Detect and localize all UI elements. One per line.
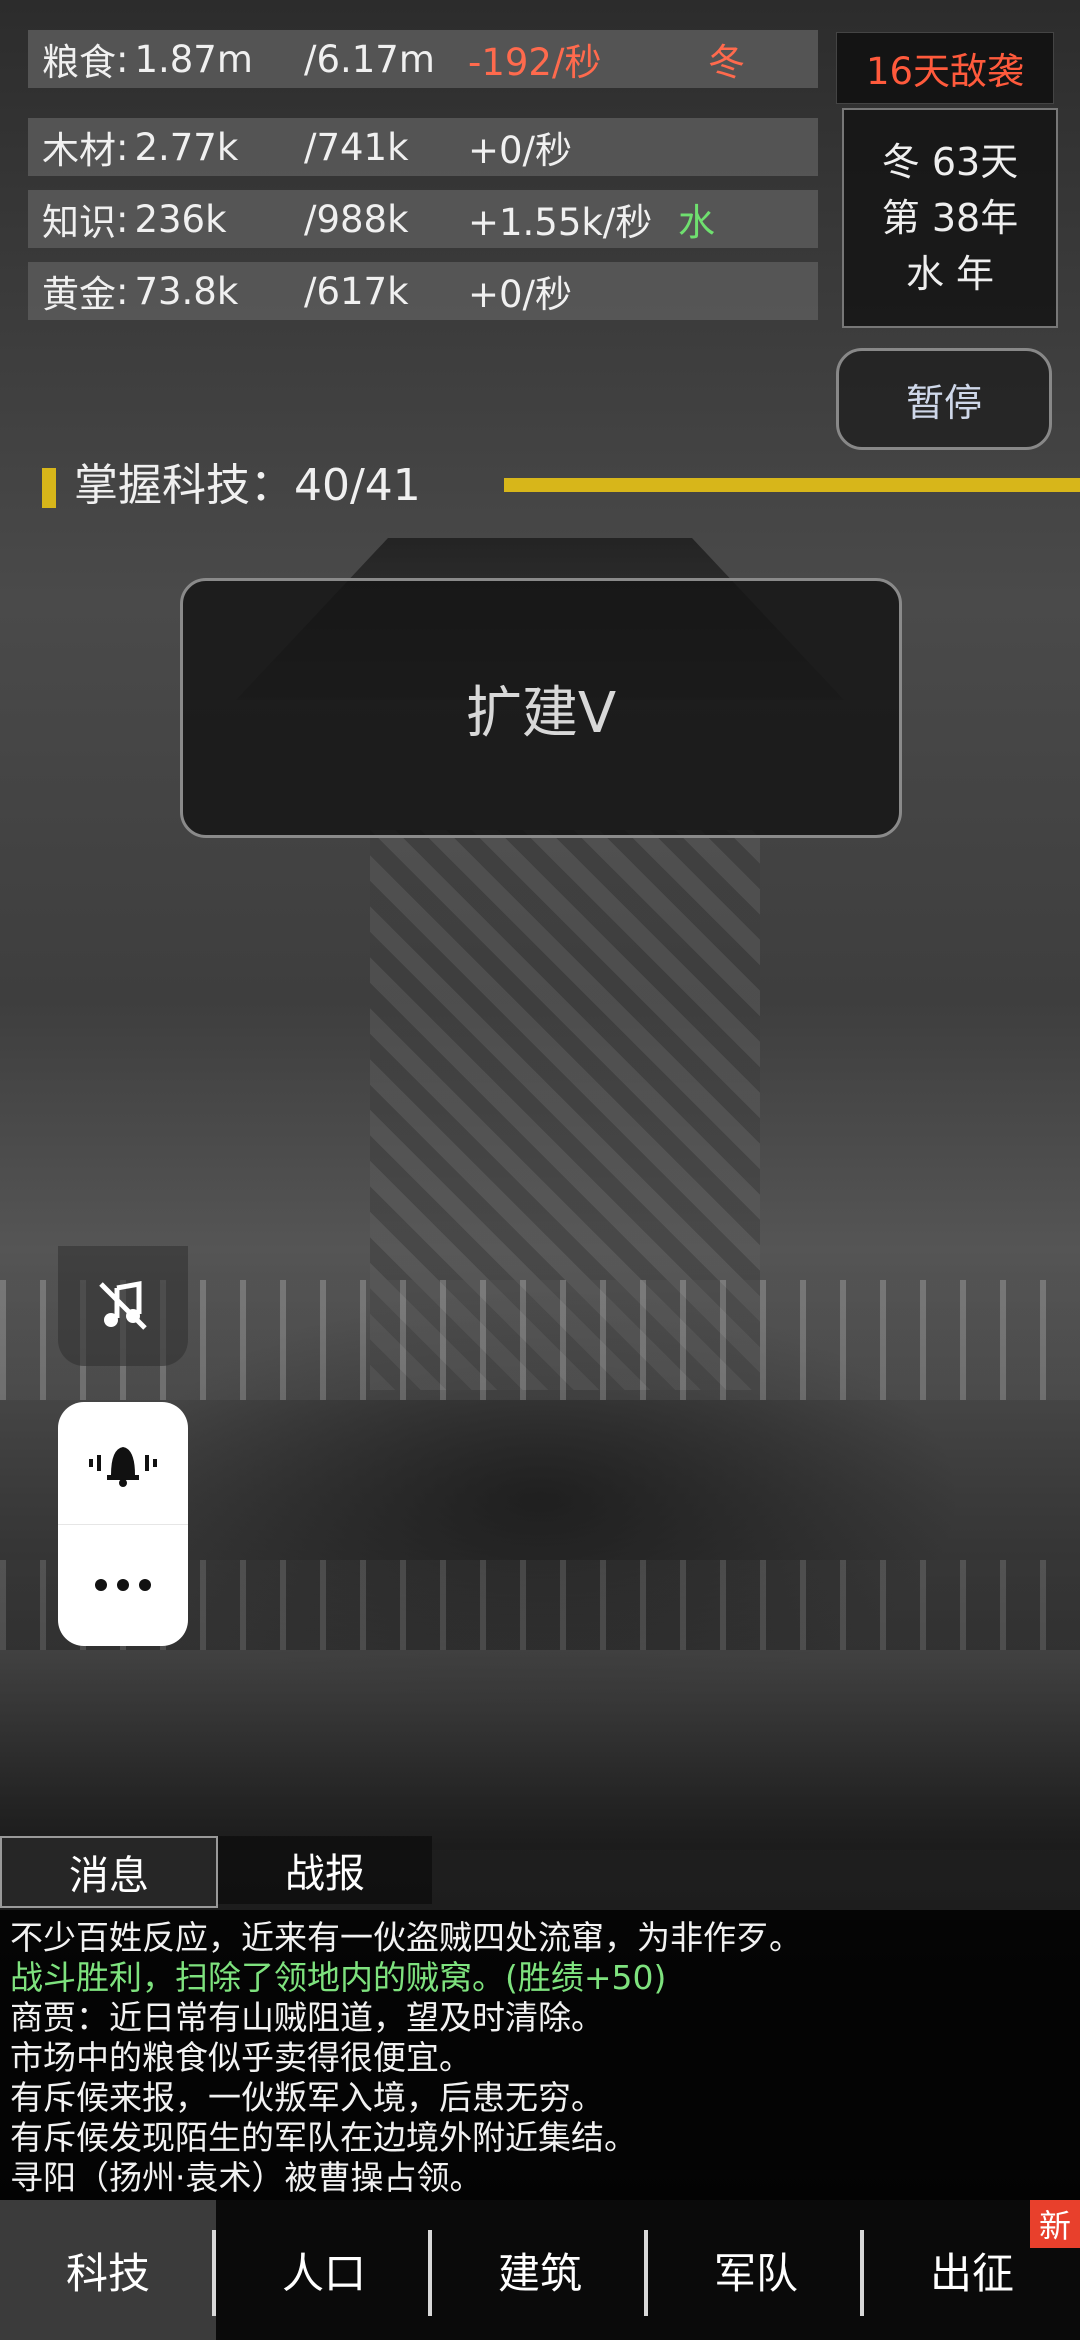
log-line: 有斥候来报，一伙叛军入境，后患无穷。 [10,2078,604,2117]
log-line: 商贾：近日常有山贼阻道，望及时清除。 [10,1998,604,2037]
pause-button[interactable]: 暂停 [836,348,1052,450]
music-toggle-button[interactable] [58,1246,188,1366]
tech-research-button[interactable]: 扩建V [180,578,902,838]
resource-current: 73.8k [134,269,239,313]
season-tag: 冬 [708,41,745,84]
resource-row-wood: 木材: 2.77k /741k +0/秒 [28,118,818,176]
date-day: 冬 63天 [881,140,1019,184]
resource-capacity: /741k [304,125,409,169]
nav-label: 建筑 [497,2248,582,2298]
resource-row-knowledge: 知识: 236k /988k +1.55k/秒 水 [28,190,818,248]
bottom-nav: 科技 人口 建筑 军队 出征 新 [0,2200,1080,2340]
more-dots-icon [95,1579,151,1592]
log-line: 不少百姓反应，近来有一伙盗贼四处流窜，为非作歹。 [10,1918,802,1957]
music-off-icon [99,1281,147,1330]
nav-label: 科技 [65,2248,150,2298]
message-tabs: 消息 战报 [0,1836,432,1908]
resource-name: 粮食 [42,41,116,84]
more-button[interactable] [58,1523,188,1647]
log-line: 寻阳（扬州·袁术）被曹操占领。 [10,2158,483,2197]
log-line: 有斥候发现陌生的军队在边境外附近集结。 [10,2118,637,2157]
tab-battle-reports[interactable]: 战报 [218,1836,432,1904]
element-tag: 水 [678,201,715,244]
background-water [0,1650,1080,1850]
resource-rate: +1.55k/秒 [468,201,653,244]
resource-rate: +0/秒 [468,129,573,172]
resource-row-gold: 黄金: 73.8k /617k +0/秒 [28,262,818,320]
tech-progress-bar [504,478,1080,492]
date-element-year: 水 年 [905,252,995,296]
resource-name: 木材 [42,129,116,172]
date-year: 第 38年 [881,196,1019,240]
floating-tool-panel [58,1402,188,1646]
section-marker [42,468,56,508]
resource-current: 2.77k [134,125,239,169]
resource-current: 1.87m [134,37,253,81]
tech-progress-header: 掌握科技：40/41 [42,456,1080,516]
resource-capacity: /6.17m [304,37,435,81]
resource-name: 知识 [42,201,116,244]
tech-progress-fill [504,478,1080,492]
nav-label: 军队 [713,2248,798,2298]
nav-tab-expedition[interactable]: 出征 新 [864,2200,1080,2340]
date-panel: 冬 63天 第 38年 水 年 [842,108,1058,328]
resource-capacity: /617k [304,269,409,313]
message-log: 不少百姓反应，近来有一伙盗贼四处流窜，为非作歹。 战斗胜利，扫除了领地内的贼窝。… [0,1910,1080,2200]
nav-tab-technology[interactable]: 科技 [0,2200,216,2340]
resource-rate: +0/秒 [468,273,573,316]
raid-countdown: 16天敌袭 [836,32,1054,104]
tab-messages[interactable]: 消息 [0,1836,218,1908]
resource-name: 黄金 [42,273,116,316]
resource-current: 236k [134,197,227,241]
log-line-victory: 战斗胜利，扫除了领地内的贼窝。(胜绩+50) [10,1958,667,1997]
log-line: 市场中的粮食似乎卖得很便宜。 [10,2038,472,2077]
nav-label: 出征 [929,2248,1014,2298]
resource-row-food: 粮食: 1.87m /6.17m -192/秒 冬 [28,30,818,88]
vibrate-button[interactable] [58,1402,188,1524]
nav-tab-army[interactable]: 军队 [648,2200,864,2340]
nav-tab-buildings[interactable]: 建筑 [432,2200,648,2340]
resource-rate: -192/秒 [468,41,602,84]
tech-count-label: 掌握科技：40/41 [74,460,421,511]
nav-label: 人口 [281,2248,366,2298]
nav-tab-population[interactable]: 人口 [216,2200,432,2340]
vibrate-bell-icon [89,1446,157,1487]
resource-capacity: /988k [304,197,409,241]
new-badge: 新 [1030,2200,1080,2248]
